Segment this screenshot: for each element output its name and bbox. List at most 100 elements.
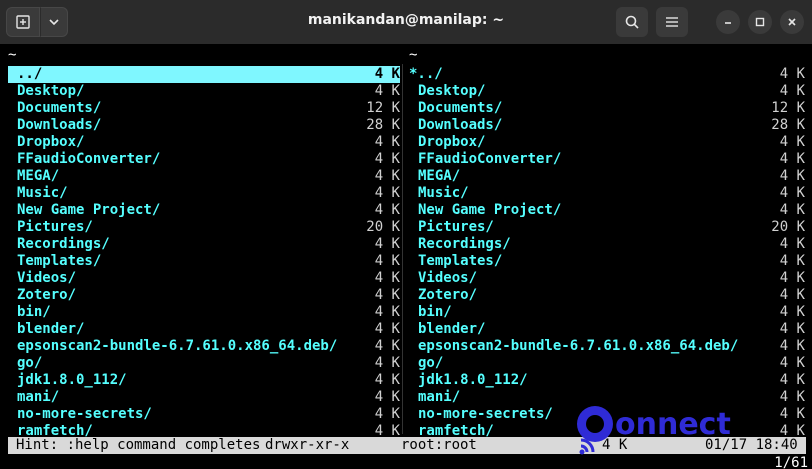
- title-bar: manikandan@manilap: ~: [0, 0, 812, 44]
- file-size: 4 K: [779, 304, 805, 320]
- minimize-button[interactable]: [716, 10, 740, 34]
- file-row[interactable]: Templates/4 K: [8, 253, 400, 270]
- file-row[interactable]: FFaudioConverter/4 K: [8, 151, 400, 168]
- file-name: MEGA/: [418, 168, 461, 184]
- close-button[interactable]: [780, 10, 804, 34]
- file-row[interactable]: Videos/4 K: [409, 270, 805, 287]
- file-size: 4 K: [374, 321, 400, 337]
- file-row[interactable]: Zotero/4 K: [409, 287, 805, 304]
- file-row[interactable]: Recordings/4 K: [409, 236, 805, 253]
- left-file-pane[interactable]: ../4 K Desktop/4 K Documents/12 K Downloads…: [8, 66, 400, 440]
- maximize-icon: [755, 17, 765, 27]
- file-size: 4 K: [374, 168, 400, 184]
- file-name: *../: [409, 66, 443, 82]
- file-name: Music/: [17, 185, 68, 201]
- file-row[interactable]: mani/4 K: [8, 389, 400, 406]
- file-size: 28 K: [771, 117, 805, 133]
- file-size: 4 K: [374, 236, 400, 252]
- file-row[interactable]: Documents/12 K: [409, 100, 805, 117]
- status-hint: Hint: :help command completes: [16, 437, 261, 453]
- status-owner: root:root: [401, 437, 477, 453]
- terminal-area[interactable]: ~ ~ ../4 K Desktop/4 K Documents/12 K Downl…: [0, 44, 812, 469]
- file-row[interactable]: Documents/12 K: [8, 100, 400, 117]
- file-size: 4 K: [374, 134, 400, 150]
- file-row[interactable]: Music/4 K: [409, 185, 805, 202]
- file-row[interactable]: go/4 K: [409, 355, 805, 372]
- file-size: 4 K: [779, 372, 805, 388]
- file-size: 4 K: [779, 287, 805, 303]
- file-row[interactable]: Pictures/20 K: [409, 219, 805, 236]
- file-row[interactable]: epsonscan2-bundle-6.7.61.0.x86_64.deb/4 …: [8, 338, 400, 355]
- file-size: 4 K: [374, 151, 400, 167]
- file-row[interactable]: Dropbox/4 K: [409, 134, 805, 151]
- file-row[interactable]: New Game Project/4 K: [8, 202, 400, 219]
- file-row[interactable]: Pictures/20 K: [8, 219, 400, 236]
- file-size: 4 K: [374, 389, 400, 405]
- file-row[interactable]: Recordings/4 K: [8, 236, 400, 253]
- file-size: 4 K: [779, 185, 805, 201]
- file-row[interactable]: no-more-secrets/4 K: [8, 406, 400, 423]
- pane-divider: [402, 64, 403, 434]
- file-name: Recordings/: [418, 236, 511, 252]
- file-row[interactable]: blender/4 K: [409, 321, 805, 338]
- minimize-icon: [725, 22, 731, 24]
- file-row[interactable]: Dropbox/4 K: [8, 134, 400, 151]
- file-size: 4 K: [374, 202, 400, 218]
- file-name: bin/: [17, 304, 51, 320]
- file-name: jdk1.8.0_112/: [17, 372, 127, 388]
- file-row[interactable]: Downloads/28 K: [8, 117, 400, 134]
- file-row[interactable]: MEGA/4 K: [409, 168, 805, 185]
- file-row[interactable]: Music/4 K: [8, 185, 400, 202]
- file-row[interactable]: jdk1.8.0_112/4 K: [8, 372, 400, 389]
- file-name: FFaudioConverter/: [418, 151, 562, 167]
- file-size: 4 K: [374, 406, 400, 422]
- file-row[interactable]: blender/4 K: [8, 321, 400, 338]
- right-file-pane[interactable]: *../4 K Desktop/4 K Documents/12 K Download…: [409, 66, 805, 440]
- file-size: 4 K: [779, 134, 805, 150]
- svg-text:onnect: onnect: [615, 407, 731, 442]
- file-name: Zotero/: [418, 287, 478, 303]
- file-size: 4 K: [374, 253, 400, 269]
- menu-button[interactable]: [656, 7, 688, 37]
- file-row[interactable]: Downloads/28 K: [409, 117, 805, 134]
- file-row[interactable]: MEGA/4 K: [8, 168, 400, 185]
- file-size: 20 K: [771, 219, 805, 235]
- file-size: 4 K: [779, 270, 805, 286]
- status-pager: 1/61: [774, 455, 808, 469]
- file-size: 4 K: [779, 321, 805, 337]
- file-size: 4 K: [779, 83, 805, 99]
- maximize-button[interactable]: [748, 10, 772, 34]
- search-button[interactable]: [616, 7, 648, 37]
- file-row[interactable]: Desktop/4 K: [409, 83, 805, 100]
- right-pane-header: ~: [409, 47, 418, 63]
- file-name: Documents/: [17, 100, 102, 116]
- file-row[interactable]: ../ 4 K: [8, 66, 400, 83]
- file-size: 4 K: [374, 270, 400, 286]
- file-row[interactable]: Desktop/4 K: [8, 83, 400, 100]
- file-row[interactable]: bin/4 K: [8, 304, 400, 321]
- file-name: New Game Project/: [418, 202, 562, 218]
- file-row[interactable]: FFaudioConverter/4 K: [409, 151, 805, 168]
- file-size: 4 K: [374, 287, 400, 303]
- file-row[interactable]: Zotero/4 K: [8, 287, 400, 304]
- file-row[interactable]: bin/4 K: [409, 304, 805, 321]
- file-row[interactable]: Videos/4 K: [8, 270, 400, 287]
- file-row[interactable]: go/4 K: [8, 355, 400, 372]
- file-name: Desktop/: [418, 83, 486, 99]
- file-name: Pictures/: [418, 219, 494, 235]
- file-row[interactable]: *../ 4 K: [409, 66, 805, 83]
- file-name: Recordings/: [17, 236, 110, 252]
- file-name: Templates/: [418, 253, 503, 269]
- file-name: blender/: [418, 321, 486, 337]
- file-size: 4 K: [779, 389, 805, 405]
- file-size: 4 K: [374, 355, 400, 371]
- close-icon: [788, 18, 796, 26]
- file-row[interactable]: epsonscan2-bundle-6.7.61.0.x86_64.deb/4 …: [409, 338, 805, 355]
- file-size: 4 K: [779, 253, 805, 269]
- file-size: 12 K: [366, 100, 400, 116]
- file-row[interactable]: jdk1.8.0_112/4 K: [409, 372, 805, 389]
- file-row[interactable]: Templates/4 K: [409, 253, 805, 270]
- file-size: 28 K: [366, 117, 400, 133]
- file-row[interactable]: New Game Project/4 K: [409, 202, 805, 219]
- file-size: 4 K: [374, 66, 400, 82]
